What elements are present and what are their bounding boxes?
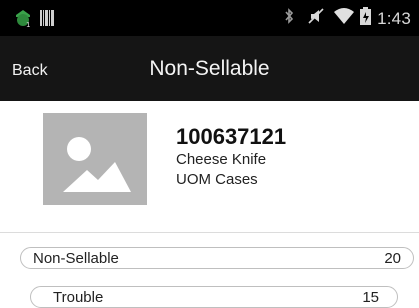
status-right: 1:43 xyxy=(284,7,411,30)
wifi-icon xyxy=(334,7,355,30)
row-value: 15 xyxy=(362,289,379,306)
item-info: 100637121 Cheese Knife UOM Cases xyxy=(176,124,286,190)
muted-icon xyxy=(308,7,324,30)
page-title: Non-Sellable xyxy=(149,57,270,80)
svg-text:1: 1 xyxy=(26,21,30,28)
battery-icon xyxy=(360,7,372,30)
bluetooth-icon xyxy=(284,7,294,30)
app-notification-icon: 1 xyxy=(14,8,32,33)
divider xyxy=(0,232,419,233)
app-header: Back Non-Sellable xyxy=(0,36,419,101)
list-item-non-sellable[interactable]: Non-Sellable 20 xyxy=(20,247,414,269)
status-left: 1 xyxy=(14,8,54,33)
row-label: Non-Sellable xyxy=(33,250,119,267)
image-placeholder-icon xyxy=(43,137,147,209)
barcode-icon xyxy=(40,10,54,31)
item-image xyxy=(43,113,147,205)
row-label: Trouble xyxy=(53,289,104,306)
status-time: 1:43 xyxy=(377,8,411,28)
list-item-trouble[interactable]: Trouble 15 xyxy=(30,286,398,308)
item-uom: UOM Cases xyxy=(176,171,258,188)
item-number: 100637121 xyxy=(176,124,287,149)
item-description: Cheese Knife xyxy=(176,151,267,168)
status-bar: 1 1:43 xyxy=(0,0,419,36)
row-value: 20 xyxy=(384,250,401,267)
